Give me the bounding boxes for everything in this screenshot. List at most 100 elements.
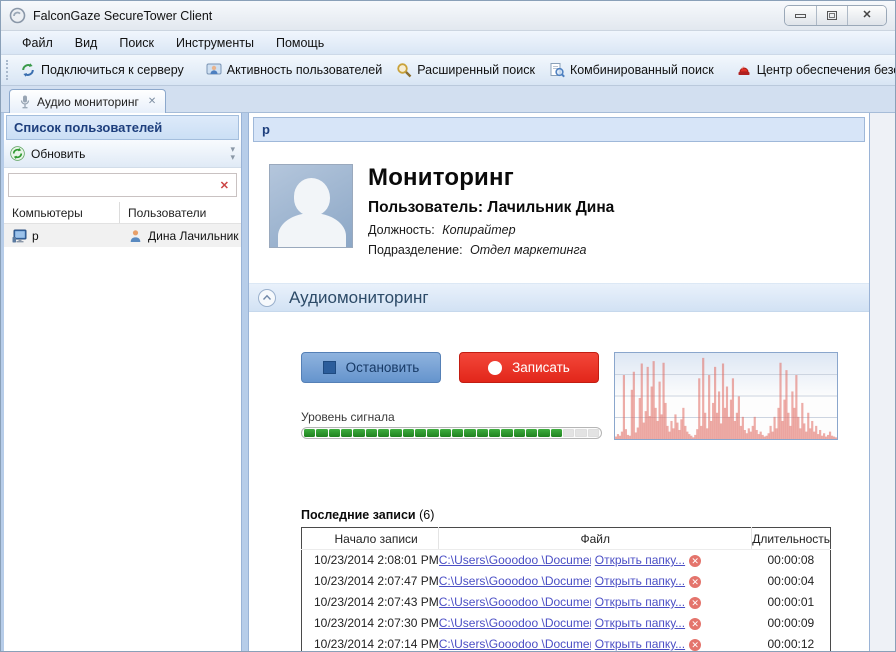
panel-splitter[interactable] — [241, 113, 249, 651]
advanced-search-button[interactable]: Расширенный поиск — [389, 58, 542, 82]
position-label: Должность: — [368, 223, 435, 237]
audio-controls: Остановить Записать Уровень сигнала — [301, 352, 849, 462]
open-folder-link[interactable]: Открыть папку... — [595, 637, 685, 651]
open-folder-link[interactable]: Открыть папку... — [595, 595, 685, 609]
recording-duration: 00:00:08 — [752, 550, 831, 571]
signal-segment-on — [452, 429, 463, 437]
recordings-title-text: Последние записи — [301, 508, 416, 522]
file-path-link[interactable]: C:\Users\Gooodoo \Documents\Falc — [439, 574, 591, 588]
delete-recording-icon[interactable]: ✕ — [689, 576, 701, 588]
recordings-table: Начало записи Файл Длительность 10/23/20… — [301, 527, 831, 652]
security-center-button[interactable]: Центр обеспечения безопасности — [729, 58, 895, 82]
tab-strip: Аудио мониторинг ✕ — [1, 86, 895, 113]
avatar — [269, 164, 353, 248]
close-button[interactable]: ✕ — [847, 6, 886, 25]
recording-start: 10/23/2014 2:07:30 PM — [302, 613, 439, 634]
recording-duration: 00:00:12 — [752, 634, 831, 652]
menu-item-view[interactable]: Вид — [64, 32, 109, 54]
user-activity-button[interactable]: Активность пользователей — [199, 58, 389, 82]
recording-start: 10/23/2014 2:07:14 PM — [302, 634, 439, 652]
user-activity-label: Активность пользователей — [227, 63, 382, 77]
avatar-head-shape — [294, 178, 330, 216]
delete-recording-icon[interactable]: ✕ — [689, 639, 701, 651]
recording-file-cell: C:\Users\Gooodoo \Documents\Falc Открыть … — [439, 571, 752, 592]
section-title: Аудиомониторинг — [289, 288, 429, 308]
toolbar-overflow-button[interactable]: ▾▾ — [230, 146, 235, 160]
combined-search-label: Комбинированный поиск — [570, 63, 714, 77]
menu-item-help[interactable]: Помощь — [265, 32, 335, 54]
window-title: FalconGaze SecureTower Client — [33, 9, 212, 23]
user-label: Пользователь: — [368, 199, 483, 216]
minimize-button[interactable] — [785, 6, 816, 25]
signal-segment-on — [329, 429, 340, 437]
collapse-button[interactable] — [258, 289, 276, 307]
stop-button[interactable]: Остановить — [301, 352, 441, 383]
column-duration[interactable]: Длительность — [752, 528, 831, 550]
file-path-link[interactable]: C:\Users\Gooodoo \Documents\Falc — [439, 616, 591, 630]
recording-start: 10/23/2014 2:08:01 PM — [302, 550, 439, 571]
advanced-search-icon — [396, 62, 412, 78]
signal-segment-on — [477, 429, 488, 437]
signal-segment-on — [551, 429, 562, 437]
recording-duration: 00:00:04 — [752, 571, 831, 592]
user-list-toolbar: Обновить ▾▾ — [4, 140, 241, 168]
chevron-up-icon — [262, 294, 272, 301]
signal-segment-on — [489, 429, 500, 437]
combined-search-button[interactable]: Комбинированный поиск — [542, 58, 721, 82]
advanced-search-label: Расширенный поиск — [417, 63, 535, 77]
signal-segment-off — [588, 429, 599, 437]
recordings-body: 10/23/2014 2:08:01 PMC:\Users\Gooodoo \D… — [302, 550, 831, 652]
refresh-button[interactable]: Обновить — [10, 146, 85, 161]
profile-user-line: Пользователь: Лачильник Дина — [368, 199, 614, 217]
delete-recording-icon[interactable]: ✕ — [689, 597, 701, 609]
menu-item-search[interactable]: Поиск — [108, 32, 165, 54]
signal-segment-on — [526, 429, 537, 437]
delete-recording-icon[interactable]: ✕ — [689, 555, 701, 567]
user-search-input[interactable] — [9, 178, 213, 192]
column-file[interactable]: Файл — [439, 528, 752, 550]
close-icon: ✕ — [862, 10, 871, 21]
user-list-panel: Список пользователей Обновить ▾▾ ✕ Компь… — [1, 113, 241, 651]
recording-row: 10/23/2014 2:07:43 PMC:\Users\Gooodoo \D… — [302, 592, 831, 613]
recent-recordings-title: Последние записи (6) — [301, 508, 869, 522]
column-users[interactable]: Пользователи — [120, 206, 241, 220]
signal-segment-on — [538, 429, 549, 437]
column-computers[interactable]: Компьютеры — [4, 202, 120, 223]
file-path-link[interactable]: C:\Users\Gooodoo \Documents\Falc — [439, 637, 591, 651]
profile-info: Мониторинг Пользователь: Лачильник Дина … — [368, 164, 614, 257]
connect-server-button[interactable]: Подключиться к серверу — [13, 58, 191, 82]
user-search-box: ✕ — [8, 173, 237, 197]
refresh-icon — [10, 146, 25, 161]
stop-label: Остановить — [346, 360, 420, 375]
combined-search-icon — [549, 62, 565, 78]
open-folder-link[interactable]: Открыть папку... — [595, 574, 685, 588]
menu-item-file[interactable]: Файл — [11, 32, 64, 54]
tab-close-icon[interactable]: ✕ — [148, 96, 156, 107]
user-list-row[interactable]: p Дина Лачильник — [4, 224, 241, 247]
menu-item-tools[interactable]: Инструменты — [165, 32, 265, 54]
delete-recording-icon[interactable]: ✕ — [689, 618, 701, 630]
microphone-icon — [19, 95, 31, 109]
maximize-button[interactable] — [816, 6, 847, 25]
column-start-time[interactable]: Начало записи — [302, 528, 439, 550]
panel-title: p — [253, 117, 865, 142]
record-button[interactable]: Записать — [459, 352, 599, 383]
open-folder-link[interactable]: Открыть папку... — [595, 616, 685, 630]
file-path-link[interactable]: C:\Users\Gooodoo \Documents\Falc — [439, 553, 591, 567]
open-folder-link[interactable]: Открыть папку... — [595, 553, 685, 567]
signal-segment-on — [440, 429, 451, 437]
menu-bar: Файл Вид Поиск Инструменты Помощь — [1, 31, 895, 55]
recording-duration: 00:00:01 — [752, 592, 831, 613]
app-window: FalconGaze SecureTower Client ✕ Файл Вид… — [0, 0, 896, 652]
file-path-link[interactable]: C:\Users\Gooodoo \Documents\Falc — [439, 595, 591, 609]
waveform-graph — [615, 353, 837, 439]
person-icon — [128, 229, 143, 243]
search-clear-icon[interactable]: ✕ — [213, 179, 236, 192]
title-bar: FalconGaze SecureTower Client ✕ — [1, 1, 895, 31]
record-icon — [488, 361, 502, 375]
signal-segment-on — [514, 429, 525, 437]
computer-cell: p — [4, 229, 120, 243]
tab-audio-monitoring[interactable]: Аудио мониторинг ✕ — [9, 89, 166, 113]
signal-segment-off — [575, 429, 586, 437]
profile-position-line: Должность: Копирайтер — [368, 223, 614, 237]
